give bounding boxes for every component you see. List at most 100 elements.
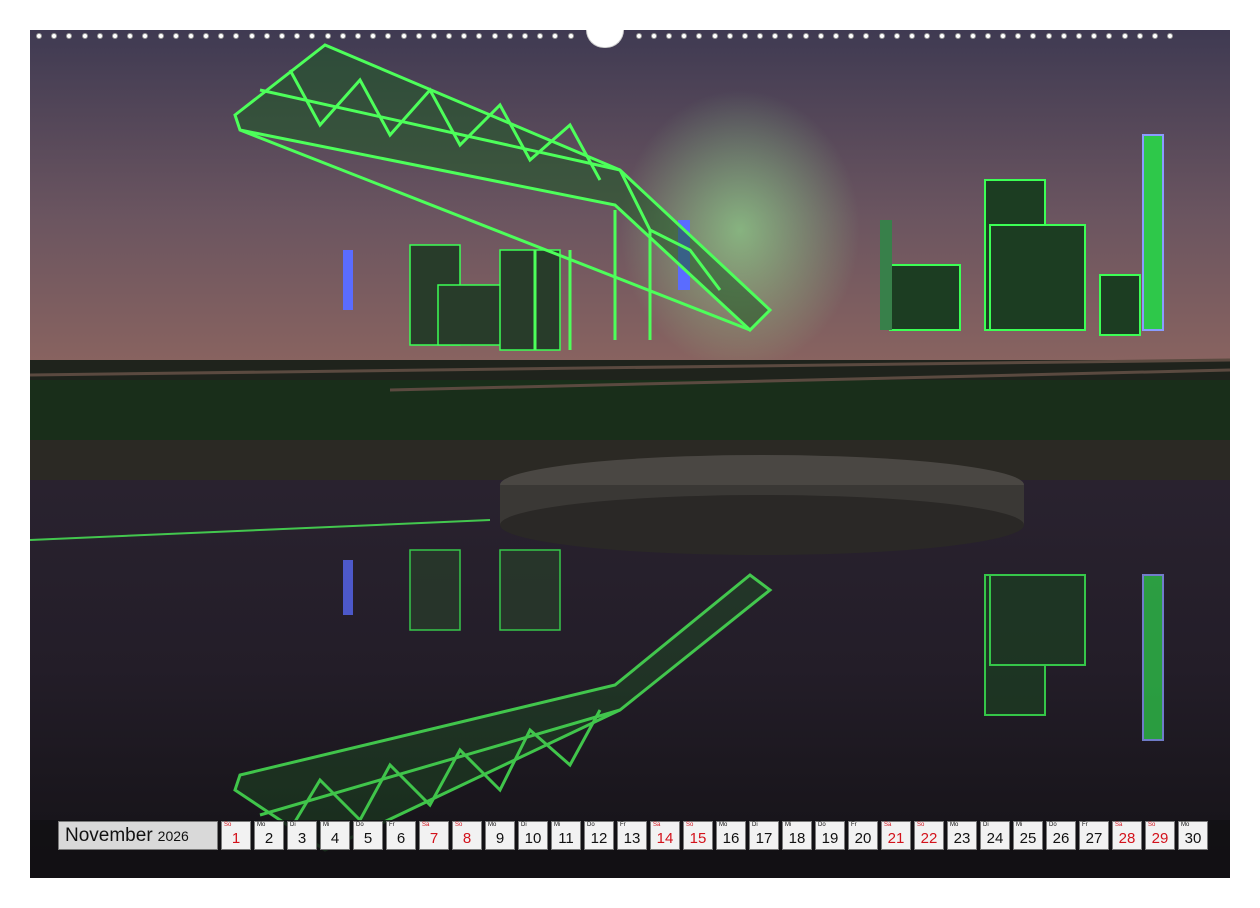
- binding-hole: [370, 33, 377, 39]
- binding-hole: [522, 33, 528, 39]
- day-cell: Mo 16: [716, 821, 746, 850]
- binding-hole: [294, 33, 301, 39]
- binding-hole: [1076, 33, 1082, 39]
- weekday-label: Do: [1049, 822, 1057, 828]
- binding-hole: [36, 33, 42, 39]
- binding-hole: [400, 33, 407, 39]
- binding-hole: [1045, 33, 1052, 39]
- binding-hole: [802, 33, 809, 39]
- day-number: 15: [689, 830, 707, 847]
- weekday-label: Mo: [719, 822, 728, 828]
- binding-hole: [567, 33, 574, 39]
- binding-hole: [354, 33, 361, 39]
- day-number: 6: [396, 830, 406, 847]
- binding-hole: [279, 33, 285, 39]
- binding-hole: [96, 33, 103, 39]
- binding-hole: [833, 33, 839, 39]
- weekday-label: So: [224, 822, 232, 828]
- binding-hole: [787, 33, 794, 39]
- calendar-strip: November 2026 So 1 Mo 2 Di 3 Mi 4 Do 5 Fr 6 Sa 7 So 8 Mo…: [58, 821, 1208, 850]
- weekday-label: Do: [587, 822, 595, 828]
- binding-hole: [665, 33, 672, 39]
- day-cell: Mo 30: [1178, 821, 1208, 850]
- weekday-label: Di: [290, 822, 296, 828]
- year: 2026: [157, 827, 189, 844]
- day-number: 10: [524, 830, 542, 847]
- day-cell: Fr 27: [1079, 821, 1109, 850]
- day-cell: Mo 2: [254, 821, 284, 850]
- day-cell: Mi 4: [320, 821, 350, 850]
- binding-hole: [848, 33, 855, 39]
- day-cell: Di 24: [980, 821, 1010, 850]
- weekday-label: So: [455, 822, 463, 828]
- binding-hole: [385, 33, 392, 39]
- weekday-label: Mi: [323, 822, 330, 828]
- binding-hole: [711, 33, 718, 39]
- day-cell: So 22: [914, 821, 944, 850]
- day-cell: Do 5: [353, 821, 383, 850]
- weekday-label: Mi: [554, 822, 561, 828]
- day-number: 22: [920, 830, 938, 847]
- binding-hole: [233, 33, 240, 39]
- binding-hole: [172, 33, 179, 39]
- binding-hole: [681, 33, 688, 39]
- binding-hole: [1060, 33, 1067, 39]
- day-cell: So 8: [452, 821, 482, 850]
- weekday-label: Sa: [422, 822, 430, 828]
- weekday-label: Fr: [620, 822, 626, 828]
- binding-hole: [878, 33, 885, 39]
- weekday-label: Sa: [653, 822, 661, 828]
- binding-hole: [1000, 33, 1007, 39]
- binding-hole: [772, 33, 779, 39]
- day-cell: So 1: [221, 821, 251, 850]
- binding-hole: [1121, 33, 1128, 39]
- binding-hole: [1106, 33, 1113, 39]
- binding-hole: [461, 33, 468, 39]
- binding-hole: [908, 33, 915, 39]
- day-number: 9: [495, 830, 505, 847]
- industrial-night-scene-icon: [30, 30, 1230, 878]
- binding-hole: [203, 33, 210, 39]
- day-cell: So 29: [1145, 821, 1175, 850]
- day-cells: So 1 Mo 2 Di 3 Mi 4 Do 5 Fr 6 Sa 7 So 8 Mo 9 Di 10 Mi 11 Do 12 F…: [221, 821, 1208, 850]
- binding-hole: [635, 33, 642, 39]
- binding-hole: [248, 33, 255, 39]
- weekday-label: So: [1148, 822, 1156, 828]
- day-cell: Fr 20: [848, 821, 878, 850]
- day-cell: Sa 28: [1112, 821, 1142, 850]
- weekday-label: Do: [356, 822, 364, 828]
- day-cell: Mi 25: [1013, 821, 1043, 850]
- binding-hole: [1151, 33, 1158, 39]
- binding-hole: [863, 33, 870, 39]
- day-cell: Sa 14: [650, 821, 680, 850]
- binding-hole: [1136, 33, 1143, 39]
- day-number: 23: [953, 830, 971, 847]
- day-cell: Di 10: [518, 821, 548, 850]
- binding-hole: [66, 33, 73, 39]
- binding-hole: [339, 33, 346, 39]
- weekday-label: Fr: [1082, 822, 1088, 828]
- weekday-label: Do: [818, 822, 826, 828]
- weekday-label: Di: [752, 822, 758, 828]
- weekday-label: Mi: [785, 822, 792, 828]
- weekday-label: Mi: [1016, 822, 1023, 828]
- day-cell: Fr 13: [617, 821, 647, 850]
- day-number: 24: [986, 830, 1004, 847]
- day-number: 4: [330, 830, 340, 847]
- day-number: 11: [558, 830, 574, 847]
- binding-hole: [1167, 33, 1174, 39]
- weekday-label: Mo: [950, 822, 959, 828]
- binding-hole: [218, 33, 225, 39]
- weekday-label: Di: [521, 822, 527, 828]
- day-cell: Sa 21: [881, 821, 911, 850]
- binding-hole: [187, 33, 194, 39]
- binding-hole: [939, 33, 946, 39]
- day-cell: Di 17: [749, 821, 779, 850]
- binding-hole: [537, 33, 544, 39]
- day-number: 1: [231, 830, 241, 847]
- binding-hole: [491, 33, 498, 39]
- day-cell: Do 26: [1046, 821, 1076, 850]
- day-cell: Fr 6: [386, 821, 416, 850]
- day-cell: Do 12: [584, 821, 614, 850]
- day-number: 3: [297, 830, 307, 847]
